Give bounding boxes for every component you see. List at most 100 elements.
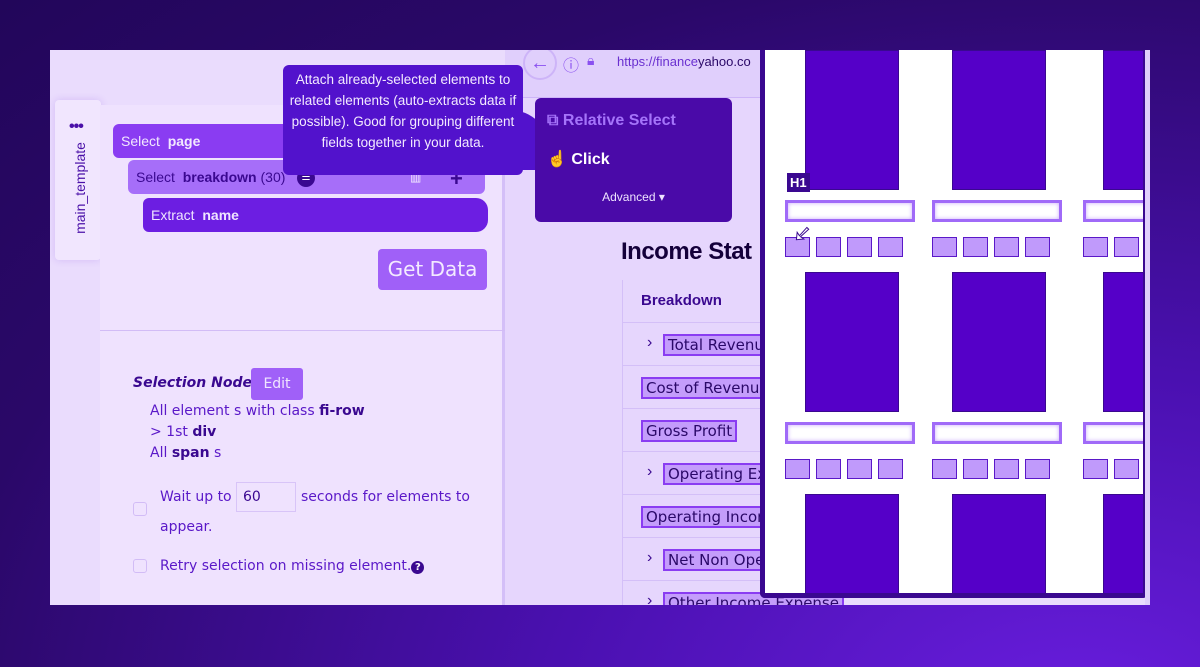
selector-line-1: All element s with class fi-row: [150, 403, 365, 419]
option-label: Click: [571, 151, 610, 168]
back-arrow-icon[interactable]: ←: [523, 50, 557, 80]
chevron-right-icon[interactable]: ›: [647, 463, 652, 481]
square-block: [816, 459, 841, 479]
advanced-label: Advanced: [602, 190, 656, 204]
image-block: [805, 272, 899, 412]
url-domain: yahoo.co: [697, 54, 751, 69]
text-field-block: [1083, 200, 1143, 222]
wait-checkbox[interactable]: [133, 502, 147, 516]
command-verb: Select: [136, 169, 175, 185]
lock-icon: 🔒︎: [587, 52, 595, 68]
retry-text: Retry selection on missing element.: [160, 558, 412, 574]
table-row[interactable]: Operating Incom: [623, 495, 783, 538]
url-scheme: https://finance: [617, 54, 698, 69]
row-label[interactable]: Gross Profit: [641, 420, 738, 442]
square-block: [878, 237, 903, 257]
text-field-block: [785, 200, 915, 222]
retry-checkbox[interactable]: [133, 559, 147, 573]
text: All: [150, 445, 172, 461]
text-field-block: [932, 422, 1062, 444]
text-field-block: [1083, 422, 1143, 444]
mouse-cursor-icon: ➚: [789, 224, 815, 244]
square-block: [847, 459, 872, 479]
selection-node-label: Selection Node:: [133, 375, 258, 391]
table-header: Breakdown: [623, 280, 783, 323]
text-field-block: [932, 200, 1062, 222]
action-menu: ⧉ Relative Select ☝ Click Advanced ▾: [535, 98, 732, 222]
row-label[interactable]: Operating Ex: [663, 463, 772, 485]
square-block: [963, 459, 988, 479]
get-data-button[interactable]: Get Data: [378, 249, 487, 290]
row-label[interactable]: Cost of Revenue: [641, 377, 774, 399]
tooltip: Attach already-selected elements to rela…: [283, 65, 523, 175]
selector-line-3: All span s: [150, 445, 221, 461]
table-row[interactable]: Cost of Revenue: [623, 366, 783, 409]
square-block: [1083, 459, 1108, 479]
text: s: [209, 445, 222, 461]
image-block: [1103, 272, 1143, 412]
command-target: page: [167, 133, 201, 149]
element-highlight-overlay: H1 ➚: [760, 50, 1148, 598]
command-verb: Extract: [151, 207, 195, 223]
text: All element s with class: [150, 403, 320, 419]
edit-button[interactable]: Edit: [251, 368, 303, 400]
wait-label-suffix-2: appear.: [160, 519, 213, 535]
tag-name: div: [192, 424, 217, 440]
command-count: (30): [260, 169, 286, 185]
square-block: [932, 237, 957, 257]
tag-name: span: [171, 445, 210, 461]
help-icon[interactable]: ?: [411, 561, 425, 574]
advanced-toggle[interactable]: Advanced ▾: [535, 190, 732, 204]
square-block: [994, 459, 1019, 479]
class-name: fi-row: [319, 403, 365, 419]
square-block: [932, 459, 957, 479]
text: > 1st: [150, 424, 193, 440]
table-row[interactable]: › Net Non Ope: [623, 538, 783, 581]
extract-name-command[interactable]: Extract name: [143, 198, 488, 232]
option-label: Relative Select: [562, 112, 676, 129]
square-block: [1083, 237, 1108, 257]
selector-line-2: > 1st div: [150, 424, 216, 440]
image-block: [1103, 494, 1143, 593]
square-block: [847, 237, 872, 257]
chevron-right-icon[interactable]: ›: [647, 334, 652, 352]
chevron-right-icon[interactable]: ›: [647, 549, 652, 567]
table-row[interactable]: Gross Profit: [623, 409, 783, 452]
chevron-right-icon[interactable]: ›: [647, 592, 652, 605]
row-label[interactable]: Operating Incom: [641, 506, 777, 528]
square-block: [1114, 459, 1139, 479]
image-block: [952, 50, 1046, 190]
square-block: [878, 459, 903, 479]
image-block: [952, 272, 1046, 412]
image-block: [1103, 50, 1143, 190]
url-text[interactable]: https://financeyahoo.co: [617, 54, 751, 69]
relative-select-icon: ⧉: [547, 112, 559, 129]
caret-down-icon: ▾: [658, 190, 665, 204]
square-block: [1114, 237, 1139, 257]
table-row[interactable]: › Total Revenu: [623, 323, 783, 366]
info-icon[interactable]: ⓘ: [563, 52, 579, 76]
wait-seconds-input[interactable]: [236, 482, 296, 512]
template-tab-label: main_template: [72, 142, 88, 234]
row-label[interactable]: Total Revenu: [663, 334, 769, 356]
pointer-hand-icon: ☝: [547, 151, 567, 168]
square-block: [1025, 237, 1050, 257]
command-target: breakdown: [182, 169, 257, 185]
command-verb: Select: [121, 133, 160, 149]
relative-select-option[interactable]: ⧉ Relative Select: [547, 112, 676, 130]
breakdown-header: Breakdown: [641, 292, 722, 309]
url-bar: ← ⓘ 🔒︎ https://financeyahoo.co: [505, 50, 765, 98]
square-block: [994, 237, 1019, 257]
square-block: [816, 237, 841, 257]
template-tab[interactable]: ••• main_template: [55, 100, 101, 260]
table-row[interactable]: › Operating Ex: [623, 452, 783, 495]
page-heading: Income Stat: [621, 238, 752, 265]
click-option[interactable]: ☝ Click: [547, 149, 610, 169]
page-edge: [1145, 50, 1150, 605]
table-row[interactable]: › Other Income Expense: [623, 581, 844, 605]
image-block: [805, 50, 899, 190]
command-target: name: [202, 207, 239, 223]
row-label[interactable]: Net Non Ope: [663, 549, 770, 571]
app-frame: ••• main_template Select page Select bre…: [50, 50, 1150, 605]
income-table: Breakdown › Total Revenu Cost of Revenue Gr…: [622, 280, 844, 605]
